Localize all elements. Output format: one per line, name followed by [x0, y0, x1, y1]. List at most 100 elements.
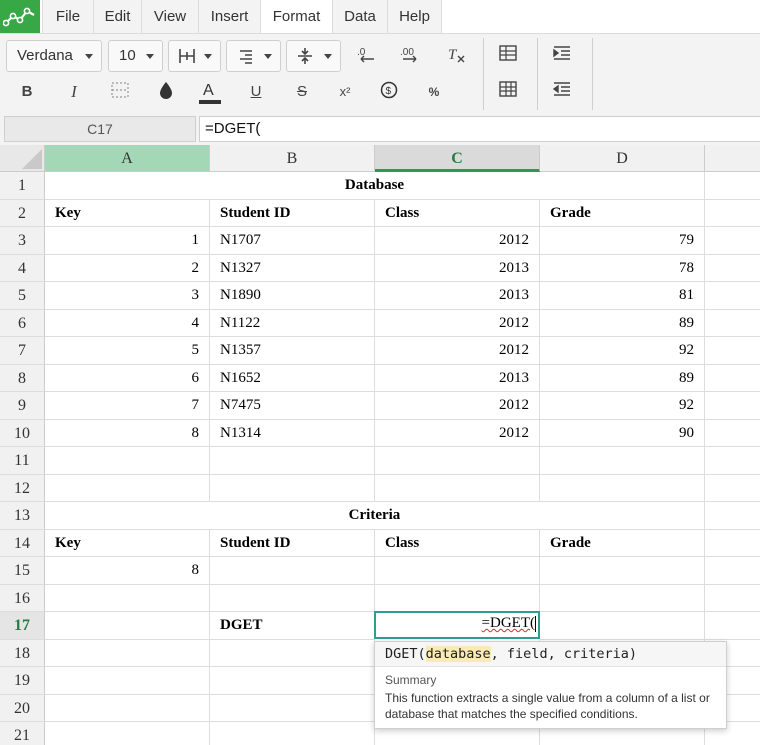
- grid-cell[interactable]: [210, 639, 375, 667]
- grid-cell[interactable]: [705, 365, 760, 392]
- grid-cell[interactable]: [705, 475, 760, 502]
- grid-cell[interactable]: [705, 392, 760, 420]
- header-cell[interactable]: Student ID: [210, 199, 375, 227]
- cell-name-box[interactable]: C17: [4, 116, 196, 142]
- borders-select[interactable]: [168, 40, 221, 72]
- indent-icon[interactable]: [550, 44, 574, 68]
- font-size-select[interactable]: 10: [108, 40, 163, 72]
- criteria-header-cell[interactable]: Key: [45, 529, 210, 557]
- grid-cell[interactable]: [705, 255, 760, 282]
- grid-cell[interactable]: [210, 447, 375, 475]
- data-cell[interactable]: 5: [45, 337, 210, 365]
- grid-cell[interactable]: [705, 282, 760, 310]
- fill-color-icon[interactable]: [154, 80, 178, 104]
- grid-cell[interactable]: [705, 530, 760, 557]
- database-title-cell[interactable]: Database: [45, 172, 705, 200]
- data-cell[interactable]: 2013: [375, 282, 540, 310]
- data-cell[interactable]: N1357: [210, 337, 375, 365]
- grid-cell[interactable]: [45, 639, 210, 667]
- row-header-11[interactable]: 11: [0, 447, 45, 475]
- data-cell[interactable]: 2012: [375, 227, 540, 255]
- clear-format-icon[interactable]: T: [444, 44, 468, 68]
- grid-cell[interactable]: [705, 337, 760, 365]
- data-cell[interactable]: N1652: [210, 364, 375, 392]
- data-cell[interactable]: 92: [540, 337, 705, 365]
- row-header-5[interactable]: 5: [0, 282, 45, 310]
- dget-label-cell[interactable]: DGET: [210, 612, 375, 640]
- grid-cell[interactable]: [375, 474, 540, 502]
- grid-cell[interactable]: [540, 447, 705, 475]
- vertical-align-select[interactable]: [286, 40, 341, 72]
- data-cell[interactable]: 2012: [375, 337, 540, 365]
- row-header-18[interactable]: 18: [0, 639, 45, 667]
- active-cell-editor[interactable]: =DGET(: [374, 611, 540, 639]
- grid-cell[interactable]: [210, 694, 375, 722]
- row-header-4[interactable]: 4: [0, 254, 45, 282]
- font-family-select[interactable]: Verdana: [6, 40, 102, 72]
- data-cell[interactable]: N1707: [210, 227, 375, 255]
- grid-cell[interactable]: [210, 667, 375, 695]
- grid-cell[interactable]: [45, 722, 210, 745]
- increase-decimal-icon[interactable]: .00: [399, 44, 423, 68]
- criteria-header-cell[interactable]: Grade: [540, 529, 705, 557]
- row-header-10[interactable]: 10: [0, 419, 45, 447]
- row-header-6[interactable]: 6: [0, 309, 45, 337]
- row-header-21[interactable]: 21: [0, 722, 45, 745]
- row-header-7[interactable]: 7: [0, 337, 45, 365]
- grid-cell[interactable]: [705, 502, 760, 530]
- header-cell[interactable]: Class: [375, 199, 540, 227]
- header-cell[interactable]: Key: [45, 199, 210, 227]
- formula-input[interactable]: =DGET(: [199, 116, 760, 142]
- row-header-2[interactable]: 2: [0, 199, 45, 227]
- merge-cells-icon[interactable]: [108, 80, 132, 104]
- underline-icon[interactable]: U: [244, 80, 268, 104]
- strikethrough-icon[interactable]: S: [290, 80, 314, 104]
- criteria-header-cell[interactable]: Class: [375, 529, 540, 557]
- data-cell[interactable]: 2013: [375, 254, 540, 282]
- grid-cell[interactable]: [705, 200, 760, 227]
- menu-insert[interactable]: Insert: [198, 0, 260, 33]
- data-cell[interactable]: 4: [45, 309, 210, 337]
- data-cell[interactable]: 81: [540, 282, 705, 310]
- decrease-decimal-icon[interactable]: .0: [354, 44, 378, 68]
- data-cell[interactable]: N1890: [210, 282, 375, 310]
- grid-cell[interactable]: [540, 557, 705, 585]
- grid-cell[interactable]: [705, 310, 760, 337]
- data-cell[interactable]: 92: [540, 392, 705, 420]
- row-header-15[interactable]: 15: [0, 557, 45, 585]
- grid-cell[interactable]: [705, 227, 760, 255]
- criteria-title-cell[interactable]: Criteria: [45, 502, 705, 530]
- data-cell[interactable]: N1327: [210, 254, 375, 282]
- row-header-3[interactable]: 3: [0, 227, 45, 255]
- data-cell[interactable]: N7475: [210, 392, 375, 420]
- column-header-e[interactable]: [705, 145, 760, 172]
- data-cell[interactable]: 2012: [375, 419, 540, 447]
- grid-cell[interactable]: [375, 584, 540, 612]
- menu-data[interactable]: Data: [332, 0, 387, 33]
- grid-cell[interactable]: [705, 172, 760, 200]
- grid-cell[interactable]: [45, 667, 210, 695]
- data-cell[interactable]: 90: [540, 419, 705, 447]
- menu-view[interactable]: View: [141, 0, 198, 33]
- row-header-12[interactable]: 12: [0, 474, 45, 502]
- criteria-key-cell[interactable]: 8: [45, 557, 210, 585]
- data-cell[interactable]: 79: [540, 227, 705, 255]
- data-cell[interactable]: 89: [540, 309, 705, 337]
- grid-cell[interactable]: [705, 585, 760, 612]
- menu-help[interactable]: Help: [387, 0, 442, 33]
- column-header-c[interactable]: C: [375, 145, 540, 172]
- data-cell[interactable]: 1: [45, 227, 210, 255]
- percent-icon[interactable]: %: [422, 80, 446, 104]
- data-cell[interactable]: 78: [540, 254, 705, 282]
- grid-cell[interactable]: [45, 694, 210, 722]
- data-cell[interactable]: 2: [45, 254, 210, 282]
- grid-cell[interactable]: [705, 420, 760, 447]
- row-header-8[interactable]: 8: [0, 364, 45, 392]
- grid-cell[interactable]: [210, 722, 375, 745]
- menu-edit[interactable]: Edit: [93, 0, 141, 33]
- menu-format[interactable]: Format: [260, 0, 332, 33]
- row-header-20[interactable]: 20: [0, 694, 45, 722]
- data-cell[interactable]: 2012: [375, 392, 540, 420]
- grid-cell[interactable]: [45, 474, 210, 502]
- table-icon[interactable]: [496, 44, 520, 68]
